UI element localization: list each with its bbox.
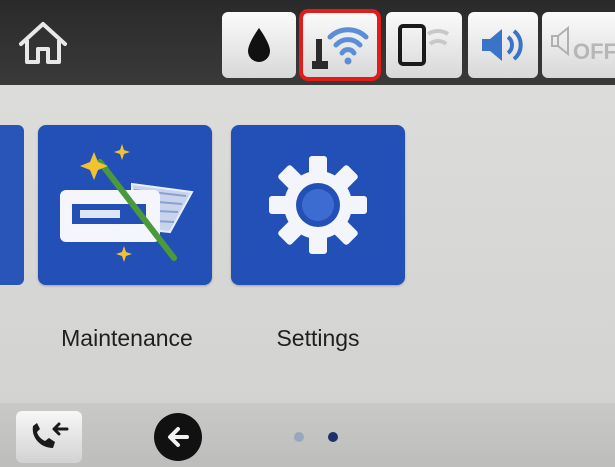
settings-label: Settings xyxy=(276,325,360,351)
maintenance-label: Maintenance xyxy=(61,325,193,351)
menu-area: Maintenance Settings xyxy=(0,85,615,403)
call-button[interactable] xyxy=(16,411,82,463)
back-button[interactable] xyxy=(154,413,202,461)
quiet-mode-icon xyxy=(551,25,569,57)
quiet-mode-button[interactable]: OFF xyxy=(542,12,615,78)
bottom-bar xyxy=(0,403,615,467)
ink-status-button[interactable] xyxy=(222,12,296,78)
status-bar: OFF xyxy=(0,0,615,85)
settings-tile[interactable] xyxy=(231,125,405,285)
gear-icon xyxy=(269,156,367,254)
page-indicator-dot-active xyxy=(328,432,338,442)
maintenance-icon xyxy=(60,144,194,262)
sound-status-button[interactable] xyxy=(468,12,538,78)
page-indicator-dot xyxy=(294,432,304,442)
home-icon xyxy=(19,22,67,64)
wifi-direct-status-button[interactable] xyxy=(386,12,462,78)
wifi-status-button[interactable] xyxy=(299,9,381,81)
printer-screen: OFF Maintenance Settings xyxy=(0,0,615,467)
home-button[interactable] xyxy=(10,14,76,72)
ink-drop-icon xyxy=(248,28,270,62)
back-arrow-icon xyxy=(168,427,189,447)
call-icon xyxy=(32,422,69,448)
sound-icon xyxy=(482,29,523,61)
quiet-mode-label: OFF xyxy=(573,39,615,64)
previous-page-tile[interactable] xyxy=(0,125,24,285)
wifi-direct-icon xyxy=(398,24,450,66)
maintenance-tile[interactable] xyxy=(38,125,212,285)
wifi-icon xyxy=(312,27,369,69)
